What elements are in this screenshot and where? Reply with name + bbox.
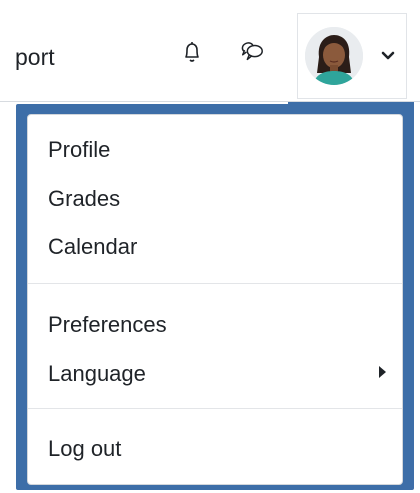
user-menu-toggle[interactable]	[297, 13, 407, 99]
chat-bubbles-icon[interactable]	[239, 38, 265, 66]
menu-item-profile[interactable]: Profile	[48, 137, 110, 163]
menu-item-grades[interactable]: Grades	[48, 186, 120, 212]
avatar	[305, 27, 363, 85]
menu-item-calendar[interactable]: Calendar	[48, 234, 137, 260]
nav-link-partial[interactable]: port	[15, 44, 55, 71]
menu-item-logout[interactable]: Log out	[48, 436, 121, 462]
caret-right-icon	[377, 365, 387, 379]
chevron-down-icon[interactable]	[381, 49, 395, 63]
menu-divider	[28, 283, 402, 284]
user-dropdown-menu: Profile Grades Calendar Preferences Lang…	[27, 114, 403, 485]
menu-item-language[interactable]: Language	[48, 361, 146, 387]
menu-item-preferences[interactable]: Preferences	[48, 312, 167, 338]
menu-divider	[28, 408, 402, 409]
bell-icon[interactable]	[179, 38, 205, 66]
